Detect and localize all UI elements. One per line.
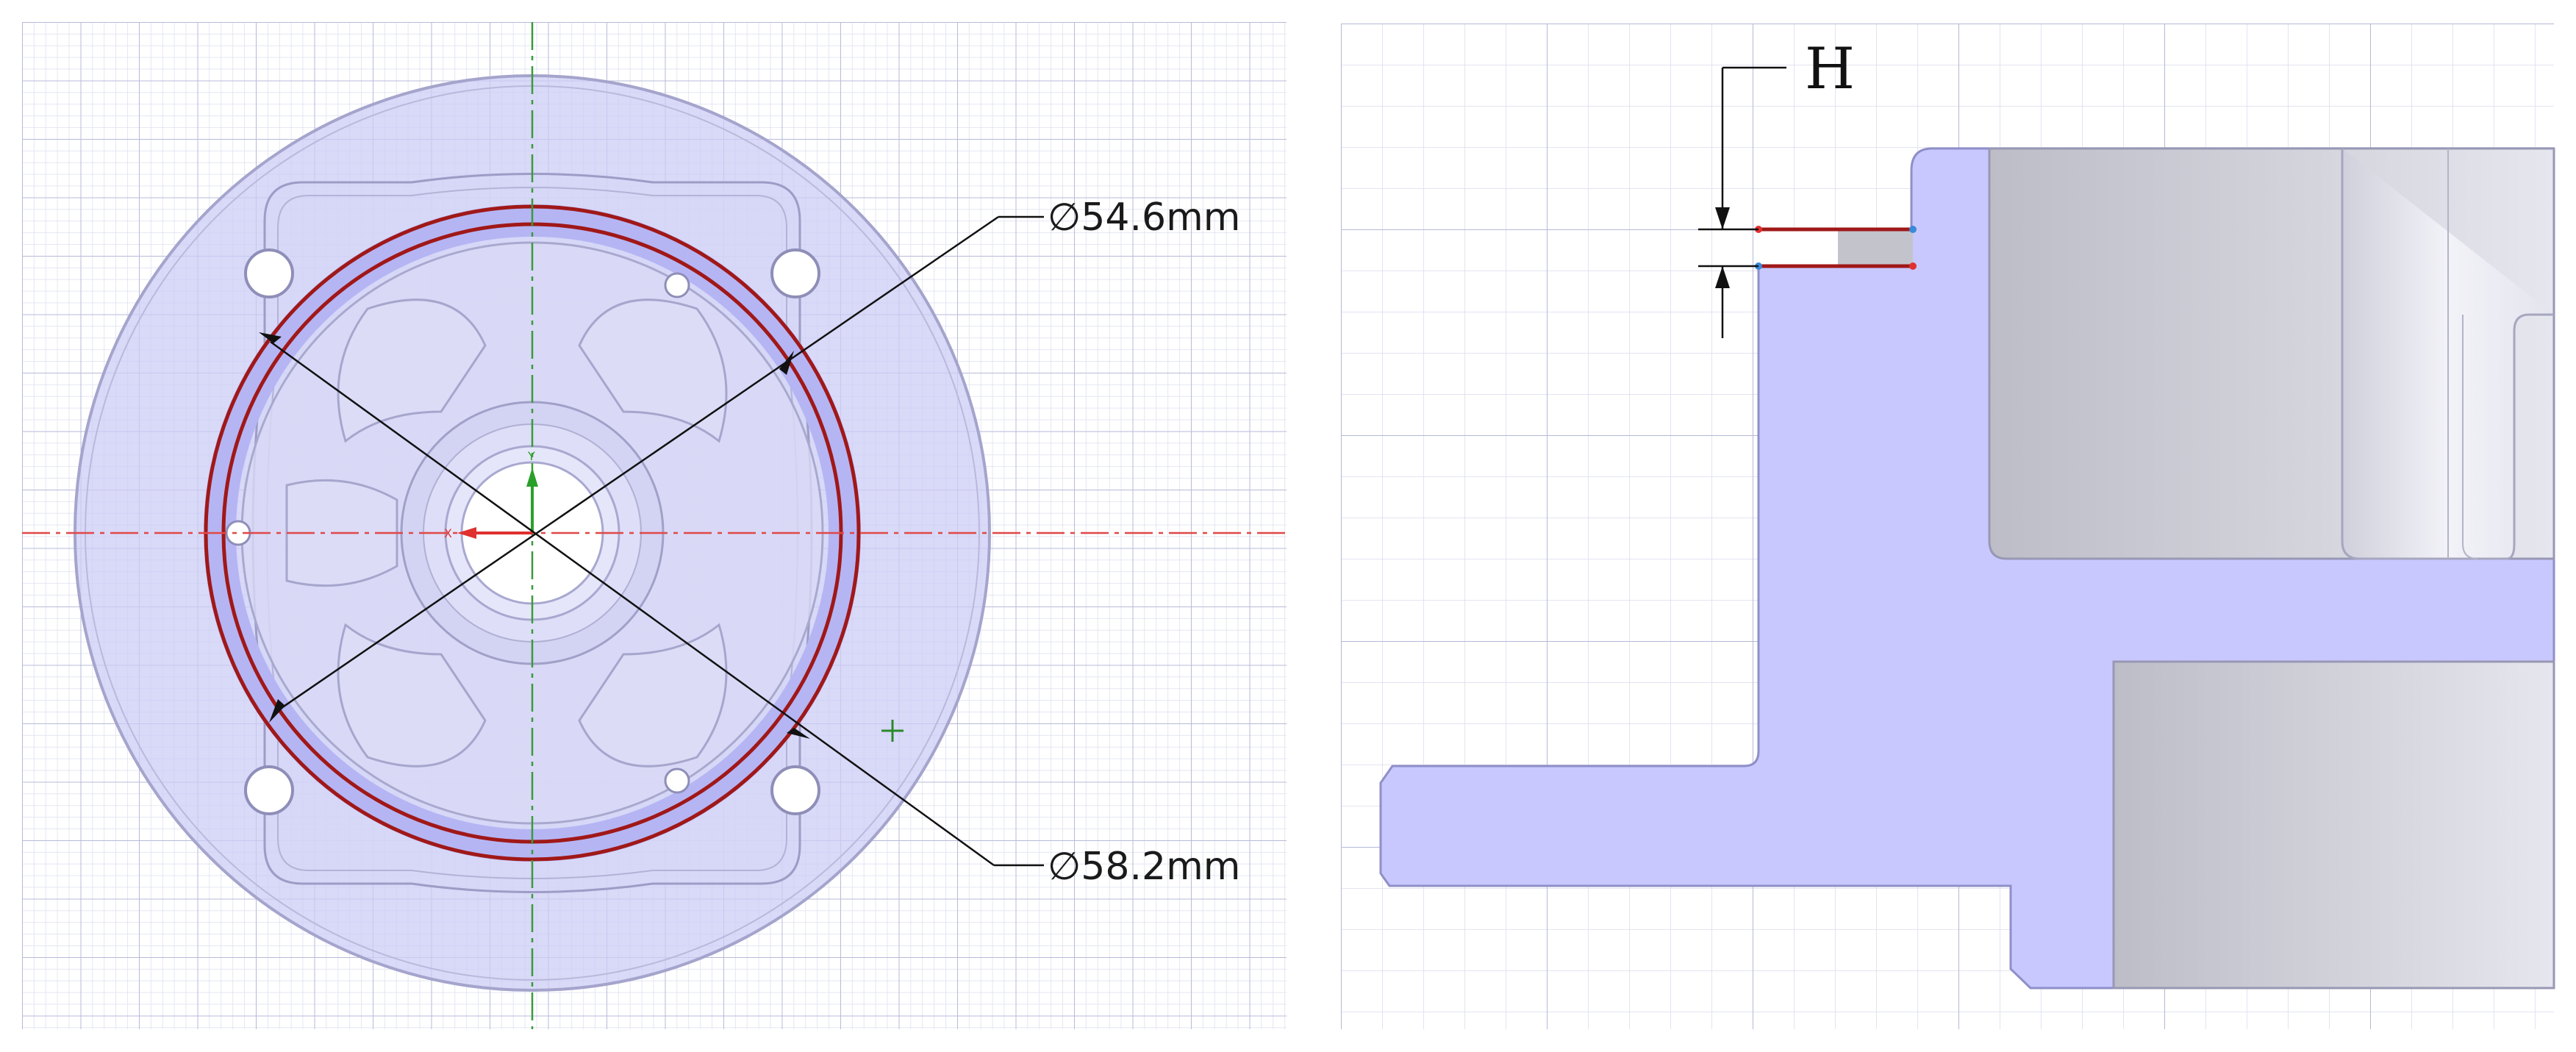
bolt-hole[interactable] bbox=[770, 765, 820, 815]
point-marker bbox=[1909, 262, 1917, 270]
point-marker bbox=[1909, 226, 1917, 233]
lower-pocket[interactable] bbox=[2112, 660, 2555, 990]
section-view[interactable]: H bbox=[1341, 24, 2555, 1029]
small-hole[interactable] bbox=[664, 272, 690, 298]
groove-cut-shade bbox=[1838, 229, 1913, 266]
bolt-hole[interactable] bbox=[244, 248, 294, 298]
dimension-label-inner: ∅58.2mm bbox=[1048, 845, 1240, 889]
cad-canvas[interactable]: Y X ∅54.6mm ∅58.2mm H bbox=[0, 0, 2576, 1049]
bolt-hole[interactable] bbox=[244, 765, 294, 815]
height-label: H bbox=[1805, 36, 1855, 102]
axis-x-label: X bbox=[444, 526, 452, 540]
axis-y-label: Y bbox=[527, 449, 535, 463]
dimension-label-outer: ∅54.6mm bbox=[1048, 196, 1240, 240]
small-hole[interactable] bbox=[664, 767, 690, 794]
front-view[interactable]: Y X ∅54.6mm ∅58.2mm bbox=[22, 22, 1287, 1029]
bolt-hole[interactable] bbox=[770, 248, 820, 298]
